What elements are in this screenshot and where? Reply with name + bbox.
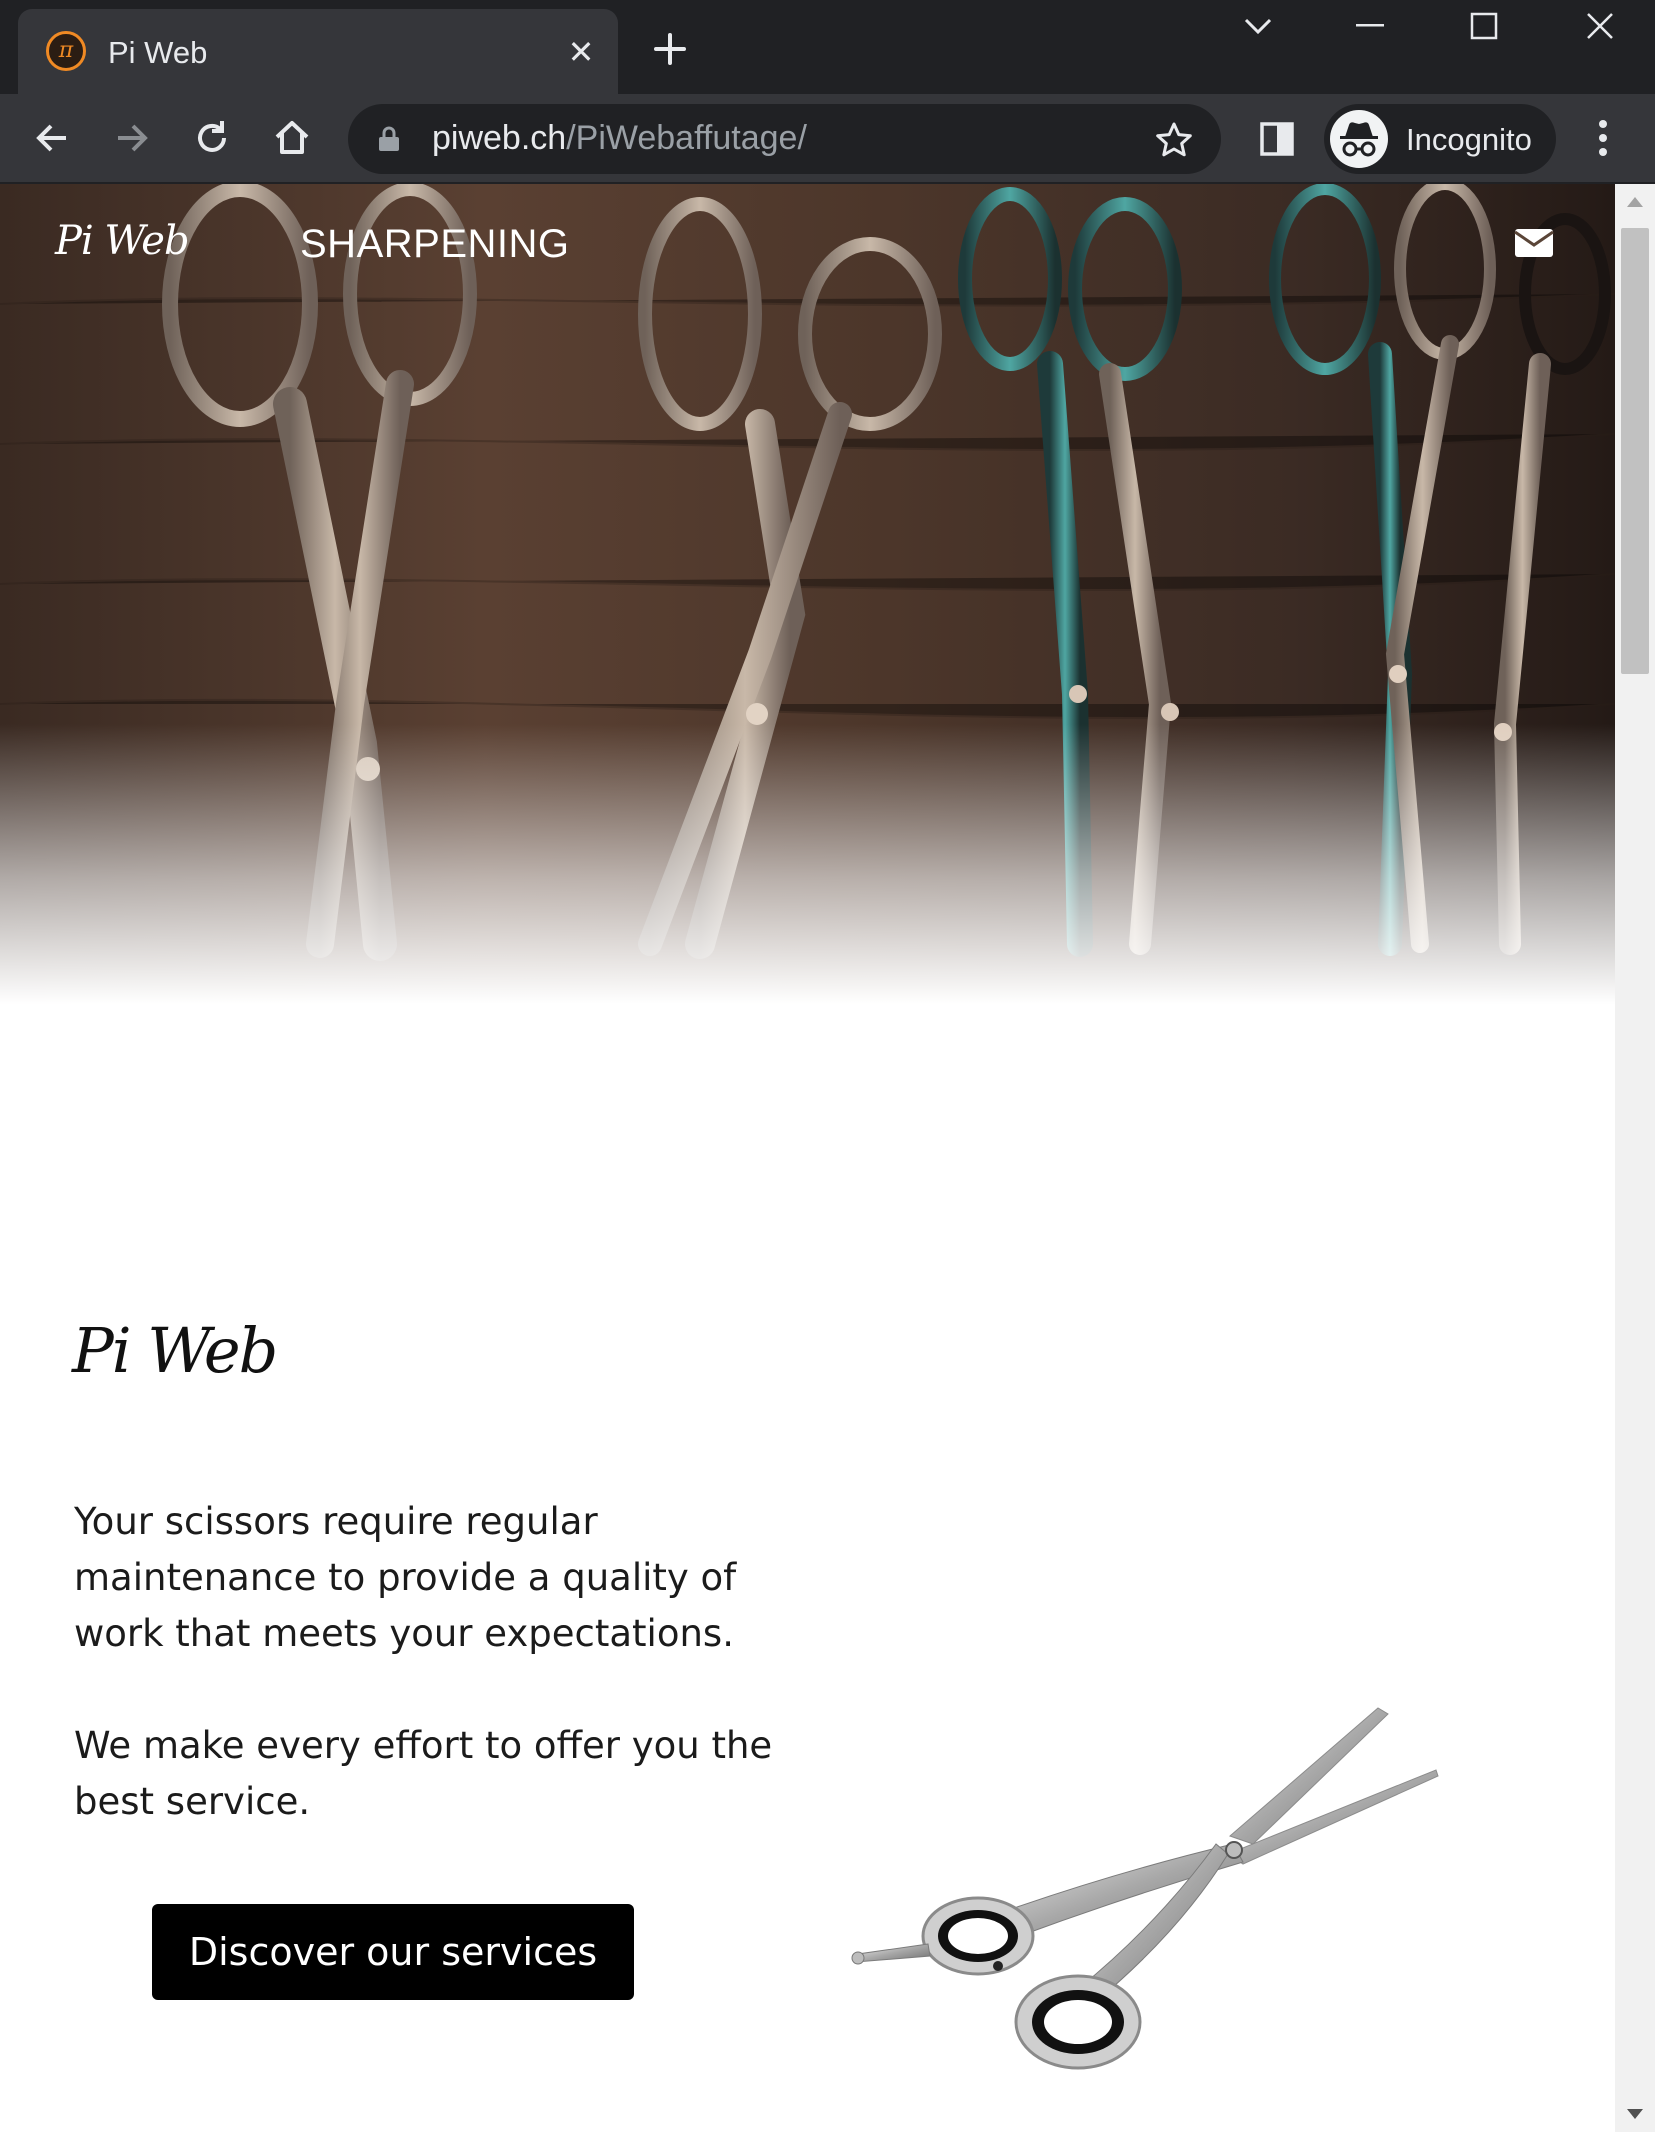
brand-heading: Pi Web [72, 1314, 278, 1387]
incognito-icon [1330, 110, 1388, 168]
lock-icon[interactable] [378, 126, 400, 156]
intro-text: Your scissors require regular maintenanc… [74, 1494, 774, 1830]
forward-arrow-icon[interactable] [104, 110, 160, 166]
url-host: piweb.ch [432, 119, 567, 157]
nav-link-sharpening[interactable]: SHARPENING [300, 222, 570, 267]
hero-banner: Pi Web SHARPENING [0, 184, 1615, 1004]
tab-search-chevron-icon[interactable] [1228, 0, 1288, 52]
close-window-icon[interactable] [1570, 0, 1630, 52]
bookmark-star-icon[interactable] [1152, 118, 1196, 162]
envelope-icon[interactable] [1514, 226, 1554, 260]
incognito-label: Incognito [1406, 122, 1532, 157]
address-bar[interactable]: piweb.ch/PiWebaffutage/ [348, 104, 1221, 174]
minimize-icon[interactable] [1340, 0, 1400, 52]
page-viewport: Pi Web SHARPENING Pi Web Your scissors r… [0, 184, 1615, 2132]
back-arrow-icon[interactable] [24, 110, 80, 166]
intro-paragraph: Your scissors require regular maintenanc… [74, 1500, 737, 1655]
site-favicon-icon: π [46, 31, 86, 71]
tab-close-icon[interactable]: ✕ [556, 27, 606, 77]
scrollbar-thumb[interactable] [1621, 228, 1649, 674]
maximize-icon[interactable] [1454, 0, 1514, 52]
discover-services-button[interactable]: Discover our services [152, 1904, 634, 2000]
browser-titlebar: π Pi Web ✕ [0, 0, 1655, 94]
scroll-down-arrow-icon[interactable] [1615, 2096, 1655, 2132]
home-icon[interactable] [264, 110, 320, 166]
reload-icon[interactable] [184, 110, 240, 166]
url-path: /PiWebaffutage/ [566, 119, 807, 157]
nav-logo[interactable]: Pi Web [55, 218, 190, 264]
address-url: piweb.ch/PiWebaffutage/ [432, 119, 807, 158]
side-panel-icon[interactable] [1255, 114, 1299, 164]
browser-toolbar: piweb.ch/PiWebaffutage/ Incognito [0, 94, 1655, 184]
intro-paragraph: We make every effort to offer you the be… [74, 1724, 773, 1823]
new-tab-icon[interactable] [645, 24, 695, 74]
tab-title: Pi Web [108, 35, 208, 70]
scroll-up-arrow-icon[interactable] [1615, 184, 1655, 220]
incognito-profile-button[interactable]: Incognito [1324, 104, 1556, 174]
browser-menu-icon[interactable] [1578, 110, 1628, 166]
browser-tab[interactable]: π Pi Web ✕ [18, 9, 618, 94]
page-scrollbar[interactable] [1615, 184, 1655, 2132]
hero-fade-overlay [0, 724, 1615, 1004]
scissors-product-image [851, 1707, 1439, 2070]
